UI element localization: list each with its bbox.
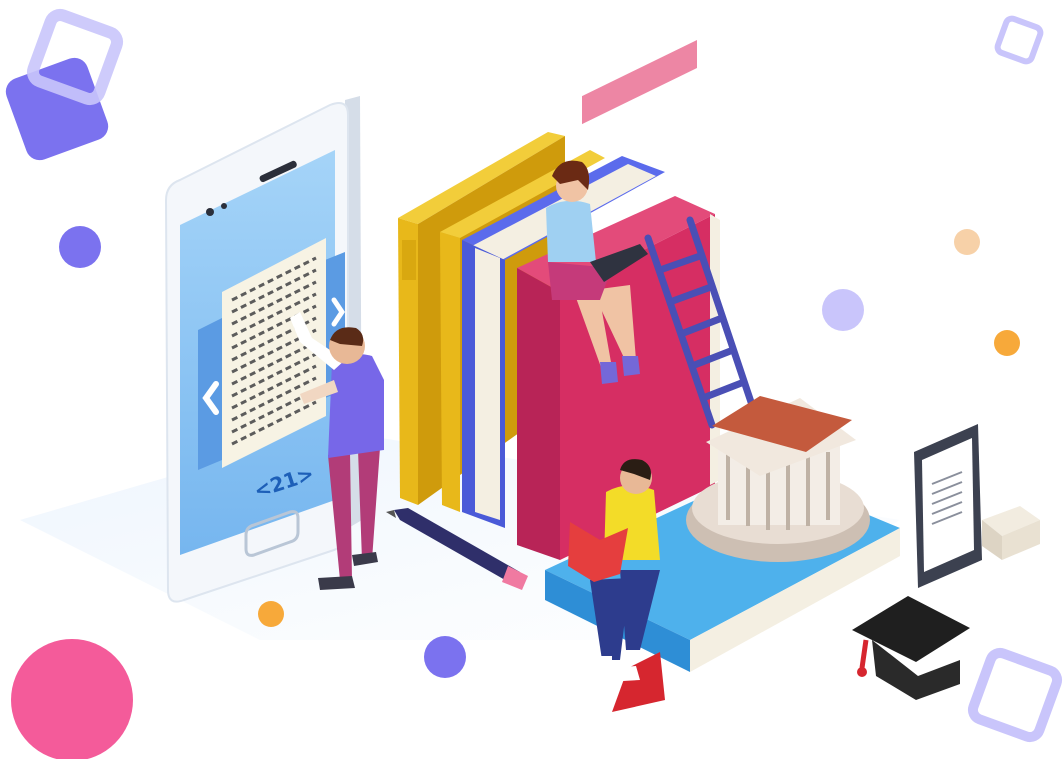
peach-dot-decor <box>954 229 980 255</box>
purple-dot-bottom-decor <box>424 636 466 678</box>
outline-small-square-decor <box>994 15 1044 65</box>
phone-sensor <box>221 203 227 209</box>
lavender-dot-decor <box>822 289 864 331</box>
pink-big-dot-decor <box>11 639 133 759</box>
orange-dot-decor <box>258 601 284 627</box>
man-torso <box>328 354 384 458</box>
purple-dot-decor <box>59 226 101 268</box>
tablet-device <box>914 424 982 588</box>
bookmark <box>612 652 665 712</box>
red-book-spine <box>517 268 560 560</box>
e-learning-illustration: <21> <box>5 8 1063 759</box>
tan-book-spine <box>440 232 460 512</box>
yellow-book-label <box>402 240 416 280</box>
purple-square-decor <box>5 57 109 161</box>
paper-stack <box>982 506 1040 560</box>
tablet-screen <box>922 438 974 572</box>
phone-camera <box>206 208 214 216</box>
orange-dot-right-decor <box>994 330 1020 356</box>
graduation-cap-icon <box>852 596 970 700</box>
outline-square-bottom-decor <box>967 647 1063 743</box>
outline-square-decor <box>26 8 124 106</box>
red-book-band <box>582 40 697 125</box>
woman-torso <box>546 200 596 262</box>
student-shoes <box>582 656 640 682</box>
cream-book-face <box>475 248 500 520</box>
